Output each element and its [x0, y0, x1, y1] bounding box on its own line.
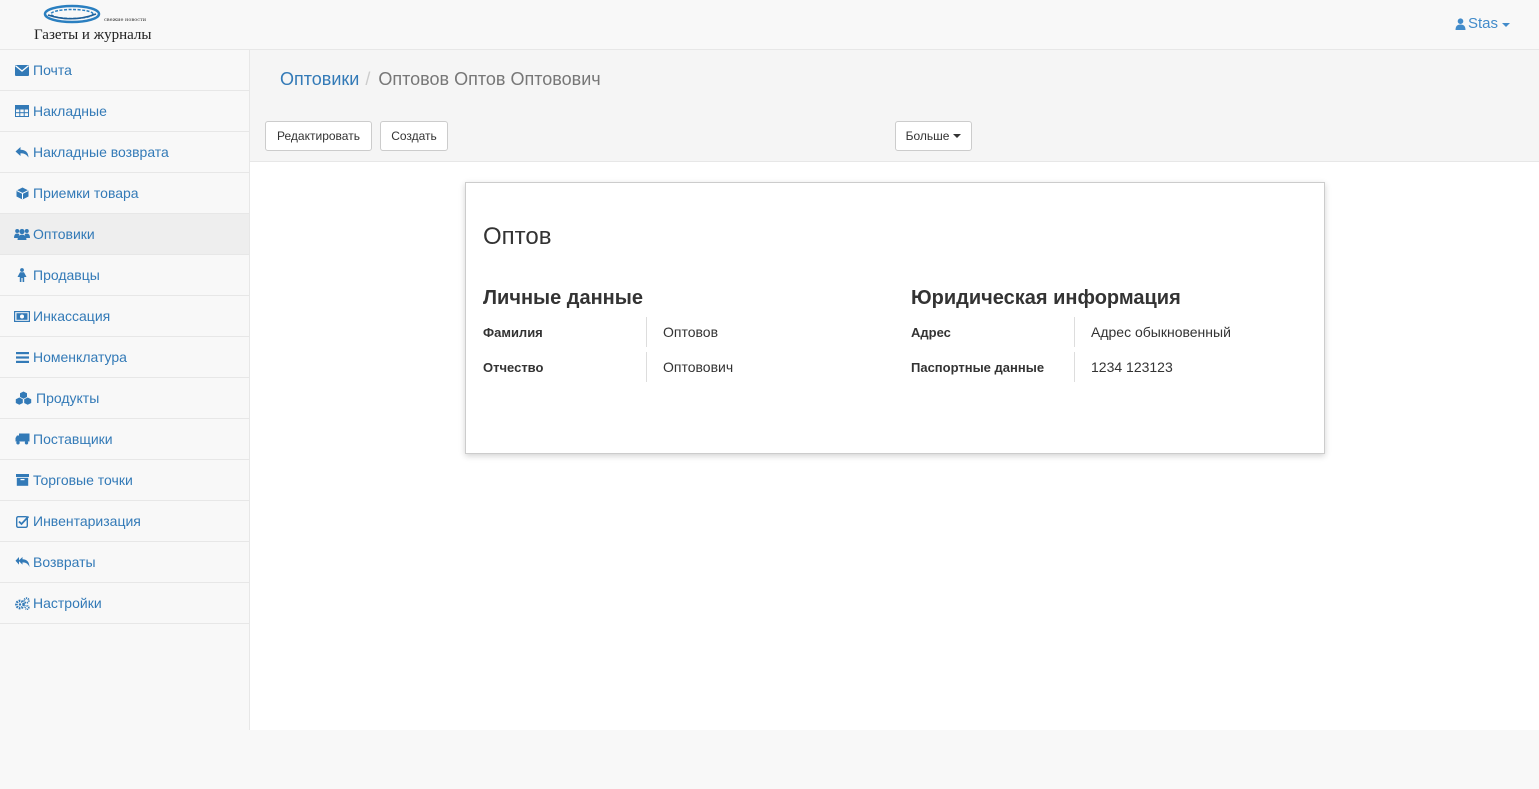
reply-icon — [14, 145, 30, 159]
sidebar-item-returns[interactable]: Возвраты — [0, 542, 249, 583]
breadcrumb-link-wholesalers[interactable]: Оптовики — [280, 69, 359, 90]
sidebar-item-sellers[interactable]: Продавцы — [0, 255, 249, 296]
breadcrumb: Оптовики / Оптовов Оптов Оптовович — [280, 69, 601, 90]
chevron-down-icon — [1502, 22, 1510, 27]
check-square-icon — [14, 514, 30, 528]
sidebar-item-invoices[interactable]: Накладные — [0, 91, 249, 132]
field-row: Паспортные данные 1234 123123 — [911, 350, 1311, 384]
sidebar-item-label: Накладные — [33, 103, 107, 119]
field-label: Отчество — [483, 352, 647, 382]
sidebar-item-settings[interactable]: Настройки — [0, 583, 249, 624]
sidebar-item-label: Инвентаризация — [33, 513, 141, 529]
field-label: Паспортные данные — [911, 352, 1075, 382]
sidebar-item-return-invoices[interactable]: Накладные возврата — [0, 132, 249, 173]
more-button-label: Больше — [905, 129, 950, 143]
personal-data-heading: Личные данные — [483, 287, 643, 309]
field-row: Отчество Оптовович — [483, 350, 883, 384]
sidebar-item-inventory[interactable]: Инвентаризация — [0, 501, 249, 542]
user-menu[interactable]: Stas — [1455, 15, 1510, 32]
cube-icon — [14, 186, 30, 200]
sidebar-item-mail[interactable]: Почта — [0, 50, 249, 91]
personal-data-section: Личные данные Фамилия Оптовов Отчество О… — [483, 287, 883, 384]
page-header: Оптовики / Оптовов Оптов Оптовович Редак… — [250, 50, 1539, 162]
sidebar-item-label: Накладные возврата — [33, 144, 169, 160]
breadcrumb-current: Оптовов Оптов Оптовович — [378, 69, 601, 89]
cogs-icon — [14, 596, 30, 610]
sidebar-item-label: Оптовики — [33, 226, 95, 242]
field-value: Адрес обыкновенный — [1091, 324, 1231, 340]
user-name: Stas — [1467, 15, 1498, 32]
field-label: Адрес — [911, 317, 1075, 347]
field-label: Фамилия — [483, 317, 647, 347]
sidebar-item-products[interactable]: Продукты — [0, 378, 249, 419]
sidebar-item-wholesalers[interactable]: Оптовики — [0, 214, 249, 255]
sidebar: Почта Накладные Накладные возврата Прием… — [0, 50, 250, 730]
users-icon — [14, 227, 30, 241]
field-row: Фамилия Оптовов — [483, 315, 883, 349]
sidebar-item-label: Возвраты — [33, 554, 96, 570]
money-icon — [14, 309, 30, 323]
logo-graphic-icon — [43, 4, 101, 24]
brand-tagline: свежие новости — [104, 17, 147, 23]
sidebar-item-label: Настройки — [33, 595, 102, 611]
wholesaler-card: Оптов Личные данные Фамилия Оптовов Отче… — [465, 182, 1325, 454]
bars-icon — [14, 350, 30, 364]
truck-icon — [14, 432, 30, 446]
brand-logo[interactable]: свежие новости Газеты и журналы — [34, 3, 164, 47]
more-dropdown-button[interactable]: Больше — [895, 121, 972, 151]
main-content: Оптовики / Оптовов Оптов Оптовович Редак… — [250, 50, 1539, 730]
sidebar-item-goods-receipts[interactable]: Приемки товара — [0, 173, 249, 214]
brand-name: Газеты и журналы — [34, 27, 152, 43]
sidebar-item-label: Продукты — [36, 390, 100, 406]
field-row: Адрес Адрес обыкновенный — [911, 315, 1311, 349]
top-navbar: свежие новости Газеты и журналы Stas — [0, 0, 1539, 50]
table-icon — [14, 104, 30, 118]
card-title: Оптов — [483, 223, 552, 250]
breadcrumb-separator: / — [365, 69, 371, 89]
sidebar-item-label: Поставщики — [33, 431, 113, 447]
sidebar-item-collection[interactable]: Инкассация — [0, 296, 249, 337]
sidebar-item-suppliers[interactable]: Поставщики — [0, 419, 249, 460]
field-value: Оптовович — [663, 359, 734, 375]
sidebar-item-label: Приемки товара — [33, 185, 139, 201]
edit-button[interactable]: Редактировать — [265, 121, 372, 151]
field-value: Оптовов — [663, 324, 719, 340]
field-value: 1234 123123 — [1091, 359, 1173, 375]
envelope-icon — [14, 63, 30, 77]
reply-all-icon — [14, 555, 30, 569]
sidebar-item-label: Торговые точки — [33, 472, 133, 488]
sidebar-item-retail-points[interactable]: Торговые точки — [0, 460, 249, 501]
create-button[interactable]: Создать — [380, 121, 448, 151]
legal-info-heading: Юридическая информация — [911, 287, 1181, 309]
sidebar-item-label: Номенклатура — [33, 349, 127, 365]
sidebar-item-label: Продавцы — [33, 267, 100, 283]
female-icon — [14, 268, 30, 282]
chevron-down-icon — [953, 134, 962, 138]
legal-info-section: Юридическая информация Адрес Адрес обыкн… — [911, 287, 1311, 384]
user-icon — [1455, 17, 1466, 30]
sidebar-item-label: Инкассация — [33, 308, 111, 324]
sidebar-item-label: Почта — [33, 62, 72, 78]
sidebar-item-nomenclature[interactable]: Номенклатура — [0, 337, 249, 378]
archive-icon — [14, 473, 30, 487]
cubes-icon — [14, 391, 32, 405]
